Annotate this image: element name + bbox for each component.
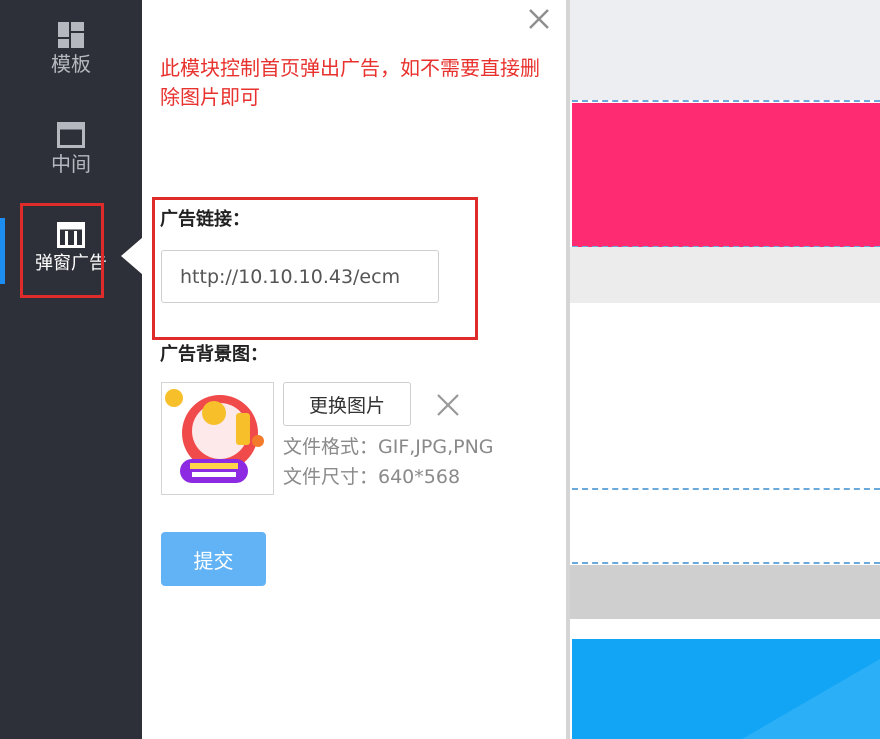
remove-image-button[interactable]	[431, 388, 465, 422]
notice-text: 此模块控制首页弹出广告，如不需要直接删除图片即可	[160, 56, 540, 109]
preview-banner-block[interactable]	[572, 103, 880, 247]
template-grid-icon	[58, 22, 84, 48]
preview-dashed-border	[572, 562, 880, 564]
submit-button[interactable]: 提交	[161, 532, 266, 586]
highlight-box-sidebar	[20, 203, 104, 298]
bg-image-label: 广告背景图：	[160, 344, 268, 365]
sidebar-item-template[interactable]: 模板	[0, 22, 142, 76]
ad-link-label: 广告链接：	[160, 209, 250, 230]
page-preview	[566, 0, 880, 739]
file-format-text: 文件格式：GIF,JPG,PNG	[283, 436, 494, 458]
sidebar-item-label: 中间	[51, 152, 91, 176]
popup-ad-settings-panel: 此模块控制首页弹出广告，如不需要直接删除图片即可 广告链接： 广告背景图： 更换…	[142, 0, 566, 739]
close-icon	[529, 9, 549, 29]
left-sidebar: 模板 中间 弹窗广告	[0, 0, 143, 739]
sidebar-item-label: 模板	[51, 52, 91, 76]
middle-layout-icon	[57, 122, 85, 148]
preview-dashed-border	[572, 488, 880, 490]
file-size-text: 文件尺寸：640*568	[283, 466, 461, 488]
replace-image-button[interactable]: 更换图片	[283, 382, 411, 426]
ad-image-thumbnail	[161, 382, 274, 495]
preview-dashed-border	[572, 100, 880, 102]
preview-spacer-block	[570, 247, 880, 303]
sidebar-item-middle[interactable]: 中间	[0, 122, 142, 176]
preview-spacer-block	[570, 565, 880, 619]
panel-pointer	[121, 237, 143, 275]
close-panel-button[interactable]	[524, 4, 554, 34]
close-icon	[437, 394, 459, 416]
preview-header-block	[570, 0, 880, 100]
preview-divider	[566, 0, 570, 739]
preview-blue-block[interactable]	[572, 639, 880, 739]
ad-link-input[interactable]	[161, 250, 439, 303]
